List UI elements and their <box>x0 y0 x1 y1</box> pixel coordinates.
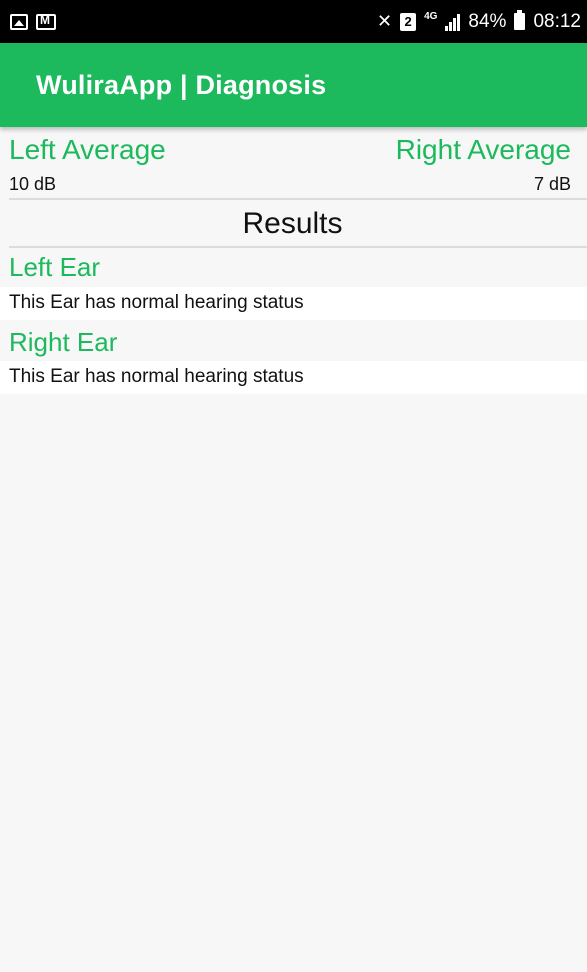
right-average-value: 7 dB <box>533 174 571 194</box>
battery-percent: 84% <box>468 10 507 32</box>
status-bar-right: ✕ 2 4G 84% 08:12 <box>376 10 581 33</box>
mute-icon: ✕ <box>376 11 393 31</box>
left-ear-title: Left Ear <box>9 252 101 282</box>
left-ear-status: This Ear has normal hearing status <box>9 292 304 313</box>
signal-strength-icon <box>445 13 461 31</box>
status-bar-left <box>10 13 56 30</box>
sim-badge: 2 <box>400 12 417 31</box>
right-ear-status-row: This Ear has normal hearing status <box>0 361 587 394</box>
right-ear-status: This Ear has normal hearing status <box>9 366 304 387</box>
status-bar: ✕ 2 4G 84% 08:12 <box>0 0 587 43</box>
averages-section: Left Average Right Average 10 dB 7 dB <box>9 127 576 199</box>
left-ear-status-row: This Ear has normal hearing status <box>0 287 587 320</box>
divider <box>9 246 587 248</box>
app-title: WuliraApp | Diagnosis <box>36 69 327 100</box>
results-heading: Results <box>242 207 343 240</box>
clock: 08:12 <box>533 10 581 32</box>
mail-notification-icon <box>36 13 56 30</box>
left-average-label: Left Average <box>9 134 166 165</box>
right-ear-title: Right Ear <box>9 327 118 357</box>
battery-icon <box>514 10 526 30</box>
network-type-label: 4G <box>424 11 438 22</box>
right-average-label: Right Average <box>395 134 571 165</box>
app-bar: WuliraApp | Diagnosis <box>0 43 587 127</box>
picture-notification-icon <box>10 13 28 30</box>
left-average-value: 10 dB <box>9 174 57 194</box>
divider <box>9 198 587 200</box>
